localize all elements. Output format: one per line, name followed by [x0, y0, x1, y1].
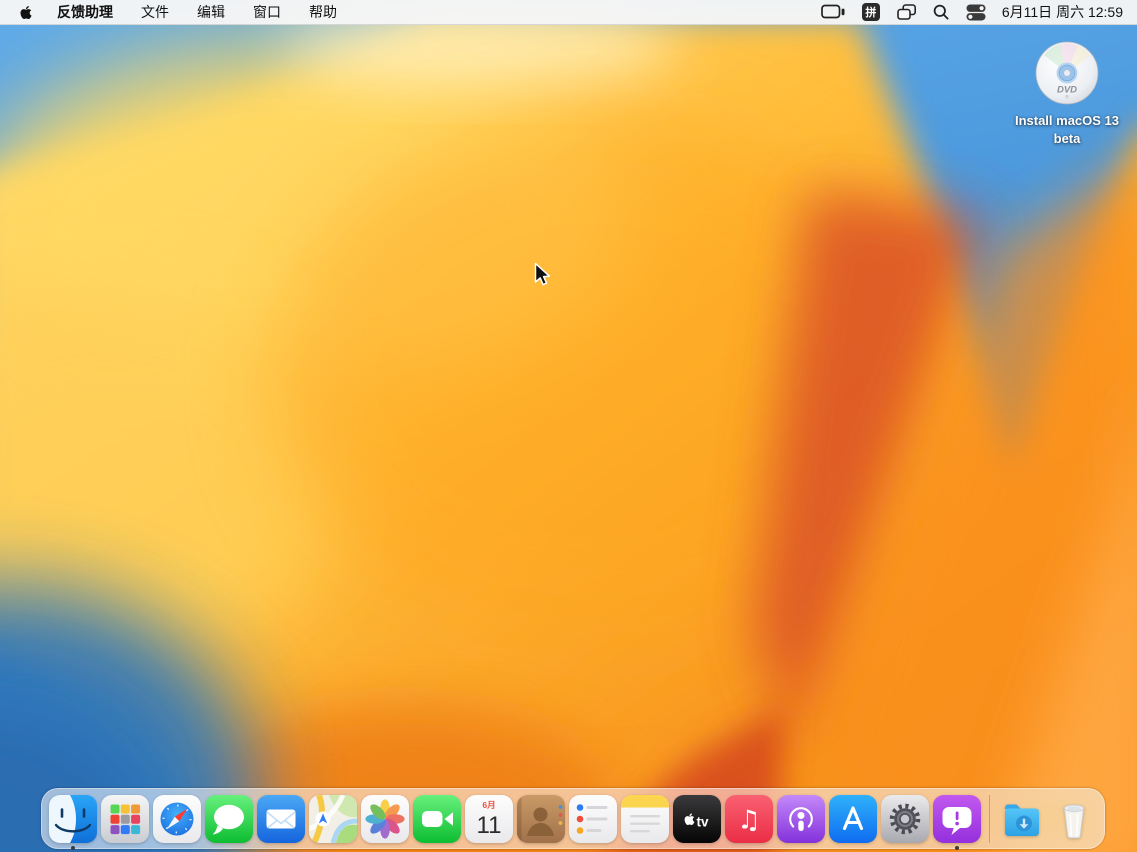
macos-desktop: 反馈助理 文件 编辑 窗口 帮助 拼 6月11日 周六 12:59: [0, 0, 1137, 852]
dock-launchpad[interactable]: [101, 795, 149, 843]
dock-contacts[interactable]: [517, 795, 565, 843]
dock-downloads-folder[interactable]: [998, 795, 1046, 843]
dock-music[interactable]: ♫: [725, 795, 773, 843]
dock-maps[interactable]: [309, 795, 357, 843]
dock-photos[interactable]: [361, 795, 409, 843]
dock-mail[interactable]: [257, 795, 305, 843]
control-center-icon[interactable]: [966, 4, 986, 21]
apple-tv-logo-text: tv: [697, 814, 709, 829]
dock-facetime[interactable]: [413, 795, 461, 843]
dock-podcasts[interactable]: [777, 795, 825, 843]
dock-finder[interactable]: [49, 795, 97, 843]
apple-menu-icon[interactable]: [20, 5, 32, 20]
input-method-badge[interactable]: 拼: [862, 3, 880, 21]
dock-system-settings[interactable]: [881, 795, 929, 843]
desktop-icon-install-macos[interactable]: DVD ® Install macOS 13 beta: [1005, 40, 1129, 147]
dock-notes[interactable]: [621, 795, 669, 843]
display-icon[interactable]: [821, 4, 845, 20]
running-indicator: [71, 846, 75, 850]
dock: 6月 11: [41, 788, 1105, 849]
dock-trash[interactable]: [1050, 795, 1098, 843]
desktop-wallpaper: [0, 0, 1137, 852]
stacked-windows-icon[interactable]: [897, 4, 916, 20]
spotlight-search-icon[interactable]: [933, 4, 949, 20]
menu-file[interactable]: 文件: [141, 2, 169, 22]
dock-calendar[interactable]: 6月 11: [465, 795, 513, 843]
menu-edit[interactable]: 编辑: [197, 2, 225, 22]
desktop-icon-label: Install macOS 13 beta: [1005, 112, 1129, 147]
dock-messages[interactable]: [205, 795, 253, 843]
dock-reminders[interactable]: [569, 795, 617, 843]
dvd-disc-icon: DVD ®: [1034, 40, 1100, 106]
dock-apple-tv[interactable]: tv: [673, 795, 721, 843]
menubar-datetime[interactable]: 6月11日 周六 12:59: [1002, 2, 1123, 22]
menu-window[interactable]: 窗口: [253, 2, 281, 22]
mouse-cursor: [534, 262, 553, 289]
calendar-month-label: 6月: [482, 800, 495, 810]
music-note-glyph: ♫: [737, 805, 760, 835]
running-indicator: [955, 846, 959, 850]
dock-feedback-assistant[interactable]: [933, 795, 981, 843]
menu-bar: 反馈助理 文件 编辑 窗口 帮助 拼 6月11日 周六 12:59: [0, 0, 1137, 25]
dock-app-store[interactable]: [829, 795, 877, 843]
menu-help[interactable]: 帮助: [309, 2, 337, 22]
dock-separator: [989, 795, 990, 843]
active-app-menu[interactable]: 反馈助理: [57, 2, 113, 22]
calendar-day-label: 11: [477, 812, 502, 839]
dock-safari[interactable]: [153, 795, 201, 843]
